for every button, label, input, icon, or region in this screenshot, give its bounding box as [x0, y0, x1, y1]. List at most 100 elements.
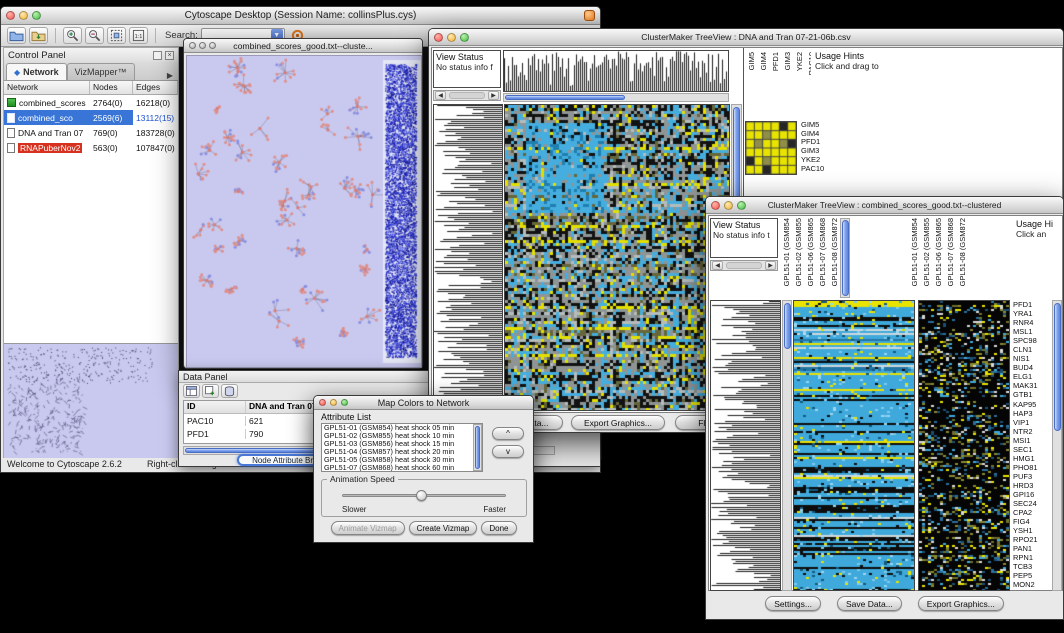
- network-view-titlebar[interactable]: combined_scores_good.txt--cluste...: [184, 39, 422, 53]
- nav-left-icon[interactable]: ◀: [712, 261, 723, 270]
- minimize-button[interactable]: [330, 399, 337, 406]
- gene-label[interactable]: RPN1: [1013, 553, 1051, 562]
- attribute-list-vscrollbar[interactable]: [473, 424, 482, 471]
- gene-label[interactable]: SPC98: [1013, 336, 1051, 345]
- gene-label[interactable]: MSL1: [1013, 327, 1051, 336]
- nav-right-icon[interactable]: ▶: [765, 261, 776, 270]
- scrollbar-thumb[interactable]: [733, 107, 740, 203]
- treeview-combined-titlebar[interactable]: ClusterMaker TreeView : combined_scores_…: [706, 197, 1063, 214]
- close-button[interactable]: [319, 399, 326, 406]
- float-panel-icon[interactable]: [153, 51, 162, 60]
- zoom-button[interactable]: [209, 42, 216, 49]
- row-dendrogram[interactable]: [433, 104, 503, 411]
- gene-label[interactable]: PHO81: [1013, 463, 1051, 472]
- heatmap-main[interactable]: [504, 104, 730, 411]
- heatmap-main-canvas[interactable]: [794, 301, 914, 590]
- gene-list-vscrollbar[interactable]: [1052, 300, 1062, 591]
- gene-label[interactable]: BUD4: [1013, 363, 1051, 372]
- gene-label[interactable]: SEC1: [1013, 445, 1051, 454]
- close-button[interactable]: [434, 33, 443, 42]
- heatmap-canvas[interactable]: [505, 105, 729, 410]
- scrollbar-thumb[interactable]: [475, 426, 480, 469]
- row-dendrogram-canvas[interactable]: [434, 105, 502, 410]
- speed-slider-thumb[interactable]: [416, 490, 427, 501]
- gene-label[interactable]: NIS1: [1013, 354, 1051, 363]
- gene-label[interactable]: HMG1: [1013, 454, 1051, 463]
- summary-matrix-canvas[interactable]: [746, 122, 796, 174]
- attribute-batch-button[interactable]: [221, 384, 238, 398]
- zoom-button[interactable]: [460, 33, 469, 42]
- open-session-button[interactable]: [7, 27, 26, 44]
- speed-slider[interactable]: [342, 494, 506, 497]
- column-header-edges[interactable]: Edges: [133, 81, 178, 94]
- close-button[interactable]: [6, 11, 15, 20]
- summary-matrix[interactable]: [745, 121, 797, 175]
- tab-vizmapper[interactable]: VizMapper™: [67, 63, 135, 80]
- close-button[interactable]: [711, 201, 720, 210]
- done-button[interactable]: Done: [481, 521, 516, 535]
- gene-label[interactable]: CLN1: [1013, 345, 1051, 354]
- nav-track[interactable]: [726, 262, 762, 269]
- row-dendrogram-canvas[interactable]: [711, 301, 780, 590]
- gene-label[interactable]: PFD1: [1013, 300, 1051, 309]
- minimize-button[interactable]: [19, 11, 28, 20]
- gene-label[interactable]: PEP5: [1013, 571, 1051, 580]
- network-canvas[interactable]: [186, 55, 422, 368]
- column-header-network[interactable]: Network: [4, 81, 90, 94]
- close-panel-icon[interactable]: ×: [165, 51, 174, 60]
- nav-left-icon[interactable]: ◀: [435, 91, 446, 100]
- gene-label[interactable]: YSH1: [1013, 526, 1051, 535]
- zoom-button[interactable]: [32, 11, 41, 20]
- gene-label[interactable]: MSI1: [1013, 436, 1051, 445]
- network-row-rnapubernov[interactable]: RNAPuberNov2 563(0) 107847(0): [4, 140, 178, 155]
- gene-label[interactable]: VIP1: [1013, 418, 1051, 427]
- zoom-fit-button[interactable]: [107, 27, 126, 44]
- close-button[interactable]: [189, 42, 196, 49]
- gene-label[interactable]: HAP3: [1013, 409, 1051, 418]
- move-down-button[interactable]: v: [492, 445, 524, 458]
- network-row-selected[interactable]: combined_sco 2569(6) 13112(15): [4, 110, 178, 125]
- settings-button[interactable]: Settings...: [765, 596, 821, 611]
- column-dendrogram[interactable]: [503, 50, 729, 92]
- gene-label[interactable]: HRD3: [1013, 481, 1051, 490]
- create-attribute-button[interactable]: [202, 384, 219, 398]
- network-overview-canvas[interactable]: [4, 344, 178, 459]
- column-dendrogram-canvas[interactable]: [504, 51, 728, 91]
- gene-label[interactable]: TCB3: [1013, 562, 1051, 571]
- scrollbar-thumb[interactable]: [784, 303, 791, 349]
- dialog-titlebar[interactable]: Map Colors to Network: [314, 396, 533, 410]
- heatmap-secondary-canvas[interactable]: [919, 301, 1009, 590]
- gene-label[interactable]: MON2: [1013, 580, 1051, 589]
- export-graphics-button[interactable]: Export Graphics...: [918, 596, 1004, 611]
- attribute-list-item[interactable]: GPL51-07 (GSM868) heat shock 60 min: [322, 464, 482, 472]
- save-data-button[interactable]: Save Data...: [837, 596, 902, 611]
- move-up-button[interactable]: ^: [492, 427, 524, 440]
- gene-label[interactable]: FIG4: [1013, 517, 1051, 526]
- network-overview-panel[interactable]: [4, 343, 178, 459]
- gene-label[interactable]: RPO21: [1013, 535, 1051, 544]
- nav-track[interactable]: [449, 92, 485, 99]
- minimize-button[interactable]: [724, 201, 733, 210]
- scrollbar-thumb[interactable]: [1054, 303, 1061, 431]
- scrollbar-thumb[interactable]: [842, 220, 849, 296]
- gene-label[interactable]: RNR4: [1013, 318, 1051, 327]
- column-header-nodes[interactable]: Nodes: [90, 81, 133, 94]
- column-hscrollbar[interactable]: [503, 93, 729, 102]
- gene-label[interactable]: SEC24: [1013, 499, 1051, 508]
- scrollbar-thumb[interactable]: [505, 95, 625, 100]
- minimize-button[interactable]: [447, 33, 456, 42]
- labels-vscrollbar[interactable]: [840, 218, 850, 298]
- create-vizmap-button[interactable]: Create Vizmap: [409, 521, 478, 535]
- minimize-button[interactable]: [199, 42, 206, 49]
- zoom-button[interactable]: [737, 201, 746, 210]
- network-row-dna-tran[interactable]: DNA and Tran 07 769(0) 183728(0): [4, 125, 178, 140]
- zoom-out-button[interactable]: [85, 27, 104, 44]
- gene-label[interactable]: GTB1: [1013, 390, 1051, 399]
- gene-label[interactable]: ELG1: [1013, 372, 1051, 381]
- export-graphics-button[interactable]: Export Graphics...: [571, 415, 665, 430]
- gene-label[interactable]: CPA2: [1013, 508, 1051, 517]
- network-row-combined-scores[interactable]: combined_scores 2764(0) 16218(0): [4, 95, 178, 110]
- zoom-selected-button[interactable]: 1:1: [129, 27, 148, 44]
- gene-label[interactable]: KAP95: [1013, 400, 1051, 409]
- row-dendrogram[interactable]: [710, 300, 781, 591]
